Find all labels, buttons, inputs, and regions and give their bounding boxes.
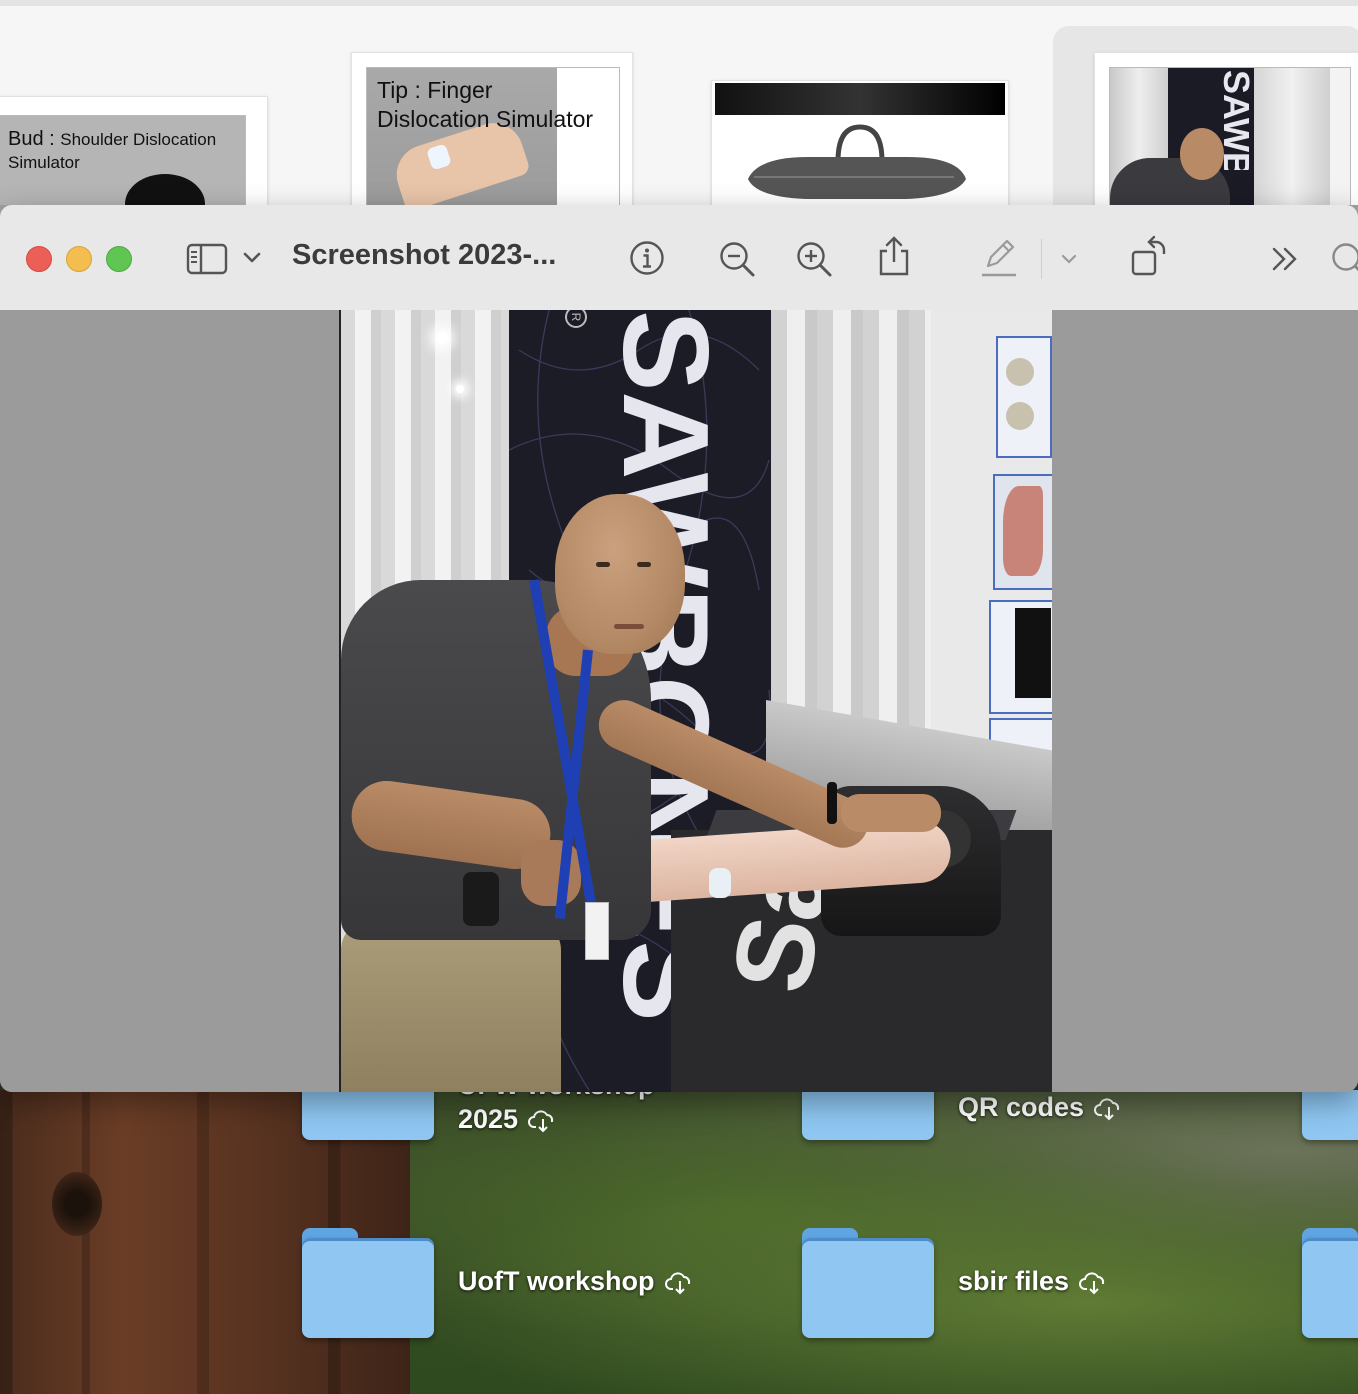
cloud-download-icon [1079, 1272, 1105, 1295]
folder-label-uoft-workshop[interactable]: UofT workshop [458, 1264, 695, 1298]
search-icon[interactable] [1330, 241, 1358, 277]
bag-image [748, 124, 966, 199]
preview-toolbar: Screenshot 2023-... [0, 205, 1358, 311]
chevron-down-icon[interactable] [242, 251, 262, 265]
cloud-download-icon [664, 1272, 690, 1295]
info-icon[interactable] [629, 240, 665, 276]
rotate-icon[interactable] [1130, 234, 1170, 278]
sidebar-icon[interactable] [186, 243, 228, 275]
wallpaper-tree-knot [52, 1172, 102, 1236]
more-icon[interactable] [1270, 246, 1300, 272]
folder-label-qr-codes[interactable]: QR codes [958, 1090, 1124, 1124]
folder-icon[interactable] [1302, 1228, 1358, 1340]
cloud-download-icon [528, 1110, 554, 1133]
share-icon[interactable] [877, 235, 911, 277]
photo-image: SAWBONES R Sa [339, 310, 1052, 1092]
person-head [555, 494, 685, 654]
thumbnail-image: Tip : Finger Dislocation Simulator [366, 67, 620, 210]
thumbnail-image: SAWBONES [1109, 67, 1351, 210]
folder-icon[interactable] [302, 1228, 434, 1340]
close-button[interactable] [26, 246, 52, 272]
desktop: UFW workshop 2025 QR codes UofT workshop… [0, 1090, 1358, 1394]
folder-label-workshop-2025[interactable]: UFW workshop 2025 [458, 1090, 655, 1136]
window-title: Screenshot 2023-... [292, 239, 557, 271]
cloud-download-icon [1094, 1098, 1120, 1121]
minimize-button[interactable] [66, 246, 92, 272]
thumbnail-finger-simulator[interactable]: Tip : Finger Dislocation Simulator [351, 52, 633, 210]
thumbnail-booth-photo[interactable]: SAWBONES [1094, 52, 1358, 210]
folder-icon[interactable] [802, 1090, 934, 1142]
folder-icon[interactable] [1302, 1090, 1358, 1142]
zoom-in-icon[interactable] [795, 240, 833, 278]
zoom-button[interactable] [106, 246, 132, 272]
chevron-down-icon[interactable] [1060, 253, 1078, 265]
thumbnail-carry-bag[interactable] [711, 80, 1009, 210]
thumbnail-shoulder-simulator[interactable]: Bud : Shoulder Dislocation Simulator [0, 96, 268, 210]
preview-window: Screenshot 2023-... SAWBONES R Sa [0, 205, 1358, 1092]
folder-label-sbir-files[interactable]: sbir files [958, 1264, 1109, 1298]
thumbnail-image: Bud : Shoulder Dislocation Simulator [0, 115, 246, 210]
folder-icon[interactable] [302, 1090, 434, 1142]
finder-gallery-strip: Bud : Shoulder Dislocation Simulator Tip… [0, 0, 1358, 210]
pencil-icon[interactable] [980, 239, 1018, 277]
zoom-out-icon[interactable] [718, 240, 756, 278]
folder-icon[interactable] [802, 1228, 934, 1340]
